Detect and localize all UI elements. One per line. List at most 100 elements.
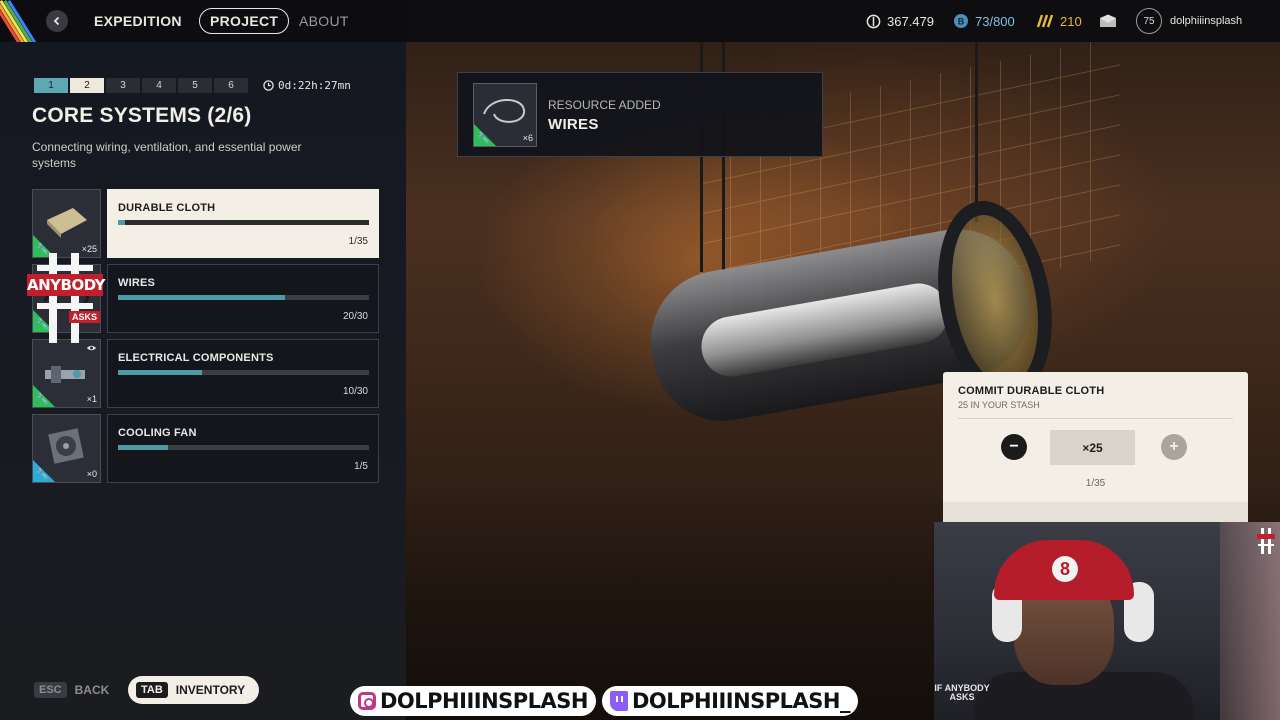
step-tab[interactable]: 1 bbox=[34, 78, 68, 93]
tab-key: TAB bbox=[136, 682, 168, 698]
requirement-thumbnail: 🔧 ×0 bbox=[32, 414, 101, 483]
webcam-overlay: 8 IF ANYBODY ASKS bbox=[934, 522, 1280, 720]
nav-project[interactable]: PROJECT bbox=[199, 8, 290, 34]
step-tab[interactable]: 2 bbox=[70, 78, 104, 93]
toast-label: RESOURCE ADDED bbox=[548, 98, 661, 112]
requirement-progress-bar bbox=[118, 445, 369, 450]
wrench-icon: 🔧 bbox=[36, 469, 49, 480]
commit-progress-text: 1/35 bbox=[1085, 478, 1106, 489]
eye-icon bbox=[86, 345, 97, 351]
stash-count: ×0 bbox=[86, 469, 97, 479]
requirement-progress-text: 1/35 bbox=[348, 236, 368, 247]
step-tab[interactable]: 5 bbox=[178, 78, 212, 93]
quantity-display[interactable]: ×25 bbox=[1050, 430, 1135, 465]
decrease-quantity-button[interactable]: − bbox=[1001, 434, 1027, 460]
twitch-icon bbox=[610, 691, 628, 711]
tokens-value: 210 bbox=[1060, 13, 1082, 29]
hanging-cable bbox=[975, 42, 978, 222]
requirement-name: COOLING FAN bbox=[118, 427, 197, 439]
username: dolphiiinsplash bbox=[1170, 15, 1243, 27]
requirement-row[interactable]: 🔧 ×1 ELECTRICAL COMPONENTS 10/30 bbox=[32, 339, 379, 408]
toast-title: WIRES bbox=[548, 116, 599, 133]
capacity-coin-icon: B bbox=[954, 14, 968, 28]
resource-added-toast: 🔧 ×6 RESOURCE ADDED WIRES bbox=[457, 72, 823, 157]
svg-text:B: B bbox=[958, 17, 965, 27]
progress-fill bbox=[118, 295, 286, 300]
cap-logo-icon: 8 bbox=[1052, 556, 1078, 582]
stash-count: ×1 bbox=[86, 394, 97, 404]
anybody-asks-watermark: ANYBODY ASKS bbox=[27, 253, 105, 343]
commit-stash-count: 25 IN YOUR STASH bbox=[958, 400, 1040, 410]
timer-value: 0d:22h:27mn bbox=[278, 79, 351, 92]
credits-stat: 367.479 bbox=[866, 0, 934, 42]
progress-fill bbox=[118, 445, 169, 450]
stage-timer: 0d:22h:27mn bbox=[263, 78, 351, 93]
anybody-asks-mini-logo bbox=[1257, 528, 1275, 554]
step-tab[interactable]: 4 bbox=[142, 78, 176, 93]
tokens-stat: 210 bbox=[1036, 0, 1082, 42]
stage-description: Connecting wiring, ventilation, and esse… bbox=[32, 140, 302, 170]
requirement-name: ELECTRICAL COMPONENTS bbox=[118, 352, 274, 364]
esc-key: ESC bbox=[34, 682, 67, 698]
top-bar: EXPEDITION PROJECT ABOUT 367.479 B 73/80… bbox=[0, 0, 1280, 42]
credits-value: 367.479 bbox=[887, 13, 934, 29]
mail-icon bbox=[1100, 14, 1116, 27]
wrench-icon: 🔧 bbox=[36, 394, 49, 405]
requirement-card[interactable]: WIRES 20/30 bbox=[107, 264, 379, 333]
requirement-card[interactable]: COOLING FAN 1/5 bbox=[107, 414, 379, 483]
inventory-label: INVENTORY bbox=[175, 683, 246, 697]
tokens-icon bbox=[1036, 14, 1054, 28]
watermark-main-text: ANYBODY bbox=[27, 274, 105, 296]
requirement-progress-text: 10/30 bbox=[342, 386, 368, 397]
nav-about[interactable]: ABOUT bbox=[299, 0, 349, 42]
requirement-progress-bar bbox=[118, 220, 369, 225]
requirement-card[interactable]: ELECTRICAL COMPONENTS 10/30 bbox=[107, 339, 379, 408]
requirement-name: WIRES bbox=[118, 277, 156, 289]
twitch-handle: DOLPHIIINSPLASH_ bbox=[602, 686, 858, 716]
step-tab[interactable]: 3 bbox=[106, 78, 140, 93]
toast-count: ×6 bbox=[522, 133, 533, 143]
wrench-icon: 🔧 bbox=[477, 133, 490, 144]
requirement-progress-text: 20/30 bbox=[342, 311, 368, 322]
instagram-handle: DOLPHIIINSPLASH bbox=[350, 686, 596, 716]
watermark-sub-text: ASKS bbox=[69, 311, 101, 323]
nav-expedition[interactable]: EXPEDITION bbox=[94, 0, 182, 42]
rainbow-stripes bbox=[0, 0, 46, 42]
divider bbox=[958, 418, 1233, 419]
commit-footer bbox=[943, 502, 1248, 522]
clock-icon bbox=[263, 80, 274, 91]
instagram-icon bbox=[358, 692, 376, 710]
capacity-stat: B 73/800 bbox=[953, 0, 1015, 42]
user-level-badge: 75 bbox=[1136, 8, 1162, 34]
requirement-row[interactable]: 🔧 ×25 DURABLE CLOTH 1/35 bbox=[32, 189, 379, 258]
capacity-value: 73/800 bbox=[975, 13, 1015, 29]
requirement-progress-text: 1/5 bbox=[354, 461, 368, 472]
back-nav-button[interactable] bbox=[46, 10, 68, 32]
toast-thumbnail: 🔧 ×6 bbox=[473, 83, 537, 147]
progress-fill bbox=[118, 370, 202, 375]
webcam-brand-text: IF ANYBODY ASKS bbox=[934, 683, 990, 702]
requirement-thumbnail: 🔧 ×1 bbox=[32, 339, 101, 408]
page-title: CORE SYSTEMS (2/6) bbox=[32, 104, 252, 127]
credits-icon bbox=[866, 14, 881, 28]
requirement-card[interactable]: DURABLE CLOTH 1/35 bbox=[107, 189, 379, 258]
requirement-progress-bar bbox=[118, 370, 369, 375]
user-profile[interactable]: 75 dolphiiinsplash bbox=[1136, 0, 1242, 42]
commit-panel: COMMIT DURABLE CLOTH 25 IN YOUR STASH − … bbox=[943, 372, 1248, 522]
social-handles-bar: DOLPHIIINSPLASH DOLPHIIINSPLASH_ bbox=[350, 686, 905, 716]
progress-fill bbox=[118, 220, 126, 225]
inventory-hint[interactable]: TAB INVENTORY bbox=[128, 676, 260, 704]
requirement-thumbnail: 🔧 ×25 bbox=[32, 189, 101, 258]
back-label: BACK bbox=[74, 683, 110, 697]
commit-title: COMMIT DURABLE CLOTH bbox=[958, 385, 1105, 397]
twitch-handle-text: DOLPHIIINSPLASH_ bbox=[632, 689, 851, 713]
step-tab[interactable]: 6 bbox=[214, 78, 248, 93]
increase-quantity-button[interactable]: + bbox=[1161, 434, 1187, 460]
mail-button[interactable] bbox=[1099, 0, 1117, 42]
requirement-row[interactable]: 🔧 ×0 COOLING FAN 1/5 bbox=[32, 414, 379, 483]
instagram-handle-text: DOLPHIIINSPLASH bbox=[380, 689, 589, 713]
stage-steps: 1 2 3 4 5 6 bbox=[34, 78, 248, 93]
chevron-left-icon bbox=[53, 16, 60, 26]
back-hint[interactable]: ESC BACK bbox=[34, 676, 109, 704]
requirement-progress-bar bbox=[118, 295, 369, 300]
